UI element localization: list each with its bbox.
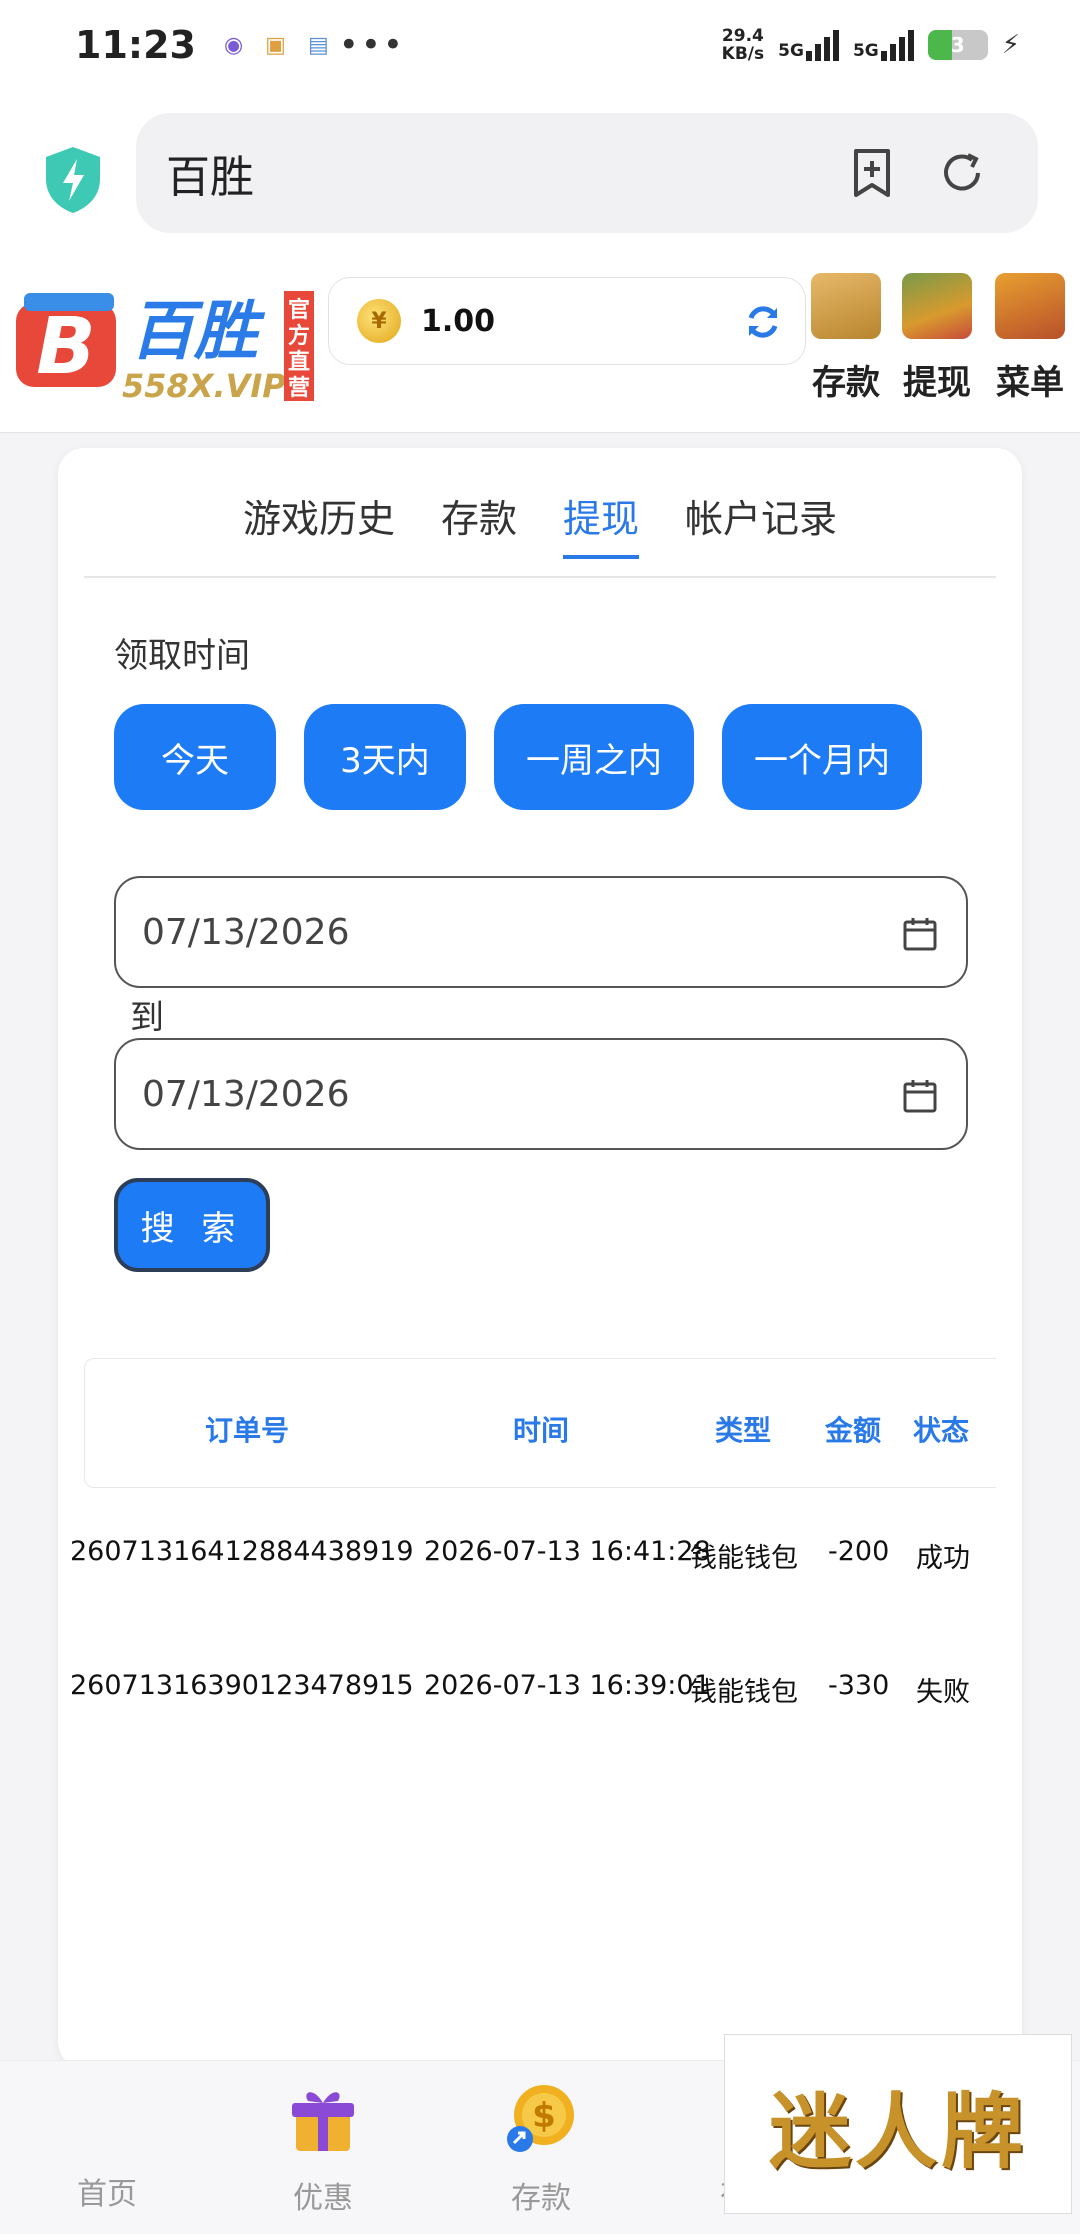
- cell-status: 成功: [916, 1543, 970, 1574]
- menu-button[interactable]: 菜单: [990, 273, 1070, 404]
- chip-3days[interactable]: 3天内: [304, 704, 466, 810]
- svg-text:营: 营: [288, 376, 310, 401]
- chip-today[interactable]: 今天: [114, 704, 276, 810]
- date-to-input[interactable]: 07/13/2026: [114, 1038, 968, 1150]
- signal-icon: 5G: [778, 29, 839, 61]
- time-range-chips: 今天 3天内 一周之内 一个月内: [114, 704, 922, 810]
- more-notifications-icon: •••: [338, 25, 405, 65]
- nav-promotions[interactable]: 优惠: [248, 2081, 398, 2217]
- svg-text:百胜: 百胜: [130, 295, 266, 369]
- header-status: 状态: [913, 1414, 970, 1447]
- battery-icon: 3: [927, 30, 988, 60]
- tab-0[interactable]: 游戏历史: [243, 488, 395, 549]
- nav-home[interactable]: 首页: [32, 2081, 182, 2213]
- reload-icon[interactable]: [938, 147, 986, 199]
- add-bookmark-icon[interactable]: [848, 147, 896, 199]
- nav-deposit[interactable]: $ 存款: [466, 2081, 616, 2217]
- cell-amount: -200: [828, 1536, 890, 1567]
- refresh-balance-icon[interactable]: [743, 302, 783, 342]
- network-speed: 29.4 KB/s: [721, 26, 765, 64]
- app-notification-icon: ▣: [265, 32, 286, 58]
- balance-box: ¥ 1.00: [328, 277, 806, 365]
- chip-week[interactable]: 一周之内: [494, 704, 694, 810]
- search-button[interactable]: 搜 索: [114, 1178, 270, 1272]
- browser-toolbar: 百胜: [0, 90, 1080, 255]
- date-to-value: 07/13/2026: [142, 1073, 350, 1115]
- atm-icon: [902, 273, 972, 339]
- status-bar: 11:23 ◉ ▣ ▤ ••• 29.4 KB/s 5G 5G 3 ⚡: [0, 0, 1080, 90]
- svg-text:官: 官: [288, 297, 310, 323]
- time-filter-label: 领取时间: [114, 636, 250, 676]
- site-header: B 百胜 558X.VIP 官 方 直 营 ¥ 1.00 存款 提现 菜单: [0, 255, 1080, 433]
- chip-month[interactable]: 一个月内: [722, 704, 922, 810]
- date-from-value: 07/13/2026: [142, 911, 350, 953]
- records-card: 游戏历史 存款 提现 帐户记录 领取时间 今天 3天内 一周之内 一个月内 07/13…: [58, 448, 1022, 2068]
- site-logo[interactable]: B 百胜 558X.VIP 官 方 直 营: [12, 285, 317, 405]
- cell-type: 钱能钱包: [690, 1543, 798, 1574]
- cell-time: 2026-07-13 16:41:28: [424, 1536, 711, 1567]
- header-type: 类型: [715, 1414, 772, 1447]
- svg-text:方: 方: [288, 323, 310, 349]
- calendar-icon[interactable]: [902, 1078, 938, 1114]
- cell-amount: -330: [828, 1670, 890, 1701]
- tab-1[interactable]: 存款: [441, 488, 517, 549]
- home-icon: [70, 2081, 144, 2155]
- svg-text:558X.VIP: 558X.VIP: [122, 367, 286, 405]
- record-tabs: 游戏历史 存款 提现 帐户记录: [58, 448, 1022, 578]
- cell-order-no: 26071316412884438919: [70, 1536, 414, 1567]
- ad-text: 迷人牌: [768, 2083, 1027, 2180]
- tab-2[interactable]: 提现: [563, 488, 640, 559]
- coin-deposit-icon: $: [507, 2085, 574, 2152]
- security-shield-icon[interactable]: [42, 145, 104, 215]
- tab-3[interactable]: 帐户记录: [685, 488, 837, 549]
- url-text[interactable]: 百胜: [166, 141, 254, 205]
- deposit-button[interactable]: 存款: [806, 273, 886, 404]
- svg-text:B: B: [36, 302, 95, 392]
- app-notification-icon: ▤: [307, 32, 329, 58]
- cell-status: 失败: [916, 1677, 970, 1708]
- table-row: 26071316390123478915 2026-07-13 16:39:01…: [70, 1642, 996, 1732]
- coin-icon: ¥: [357, 299, 401, 343]
- svg-text:$: $: [532, 2096, 556, 2136]
- svg-text:直: 直: [288, 349, 310, 375]
- ad-banner[interactable]: 迷人牌: [724, 2034, 1072, 2214]
- cell-type: 钱能钱包: [690, 1677, 798, 1708]
- header-amount: 金额: [825, 1414, 882, 1447]
- table-row: 26071316412884438919 2026-07-13 16:41:28…: [70, 1508, 996, 1598]
- date-to-label: 到: [130, 998, 164, 1038]
- app-notification-icon: ◉: [223, 32, 244, 58]
- date-from-input[interactable]: 07/13/2026: [114, 876, 968, 988]
- header-time: 时间: [513, 1414, 570, 1447]
- wallet-icon: [811, 273, 881, 339]
- treasure-chest-icon: [995, 273, 1065, 339]
- status-time: 11:23: [75, 23, 196, 67]
- cell-order-no: 26071316390123478915: [70, 1670, 414, 1701]
- gift-icon: [292, 2092, 354, 2151]
- table-header: 订单号 时间 类型 金额 状态: [84, 1358, 996, 1488]
- signal-icon: 5G: [853, 29, 914, 61]
- cell-time: 2026-07-13 16:39:01: [424, 1670, 711, 1701]
- balance-amount: 1.00: [421, 303, 496, 339]
- header-order-no: 订单号: [205, 1414, 290, 1447]
- calendar-icon[interactable]: [902, 916, 938, 952]
- notification-icons: ◉ ▣ ▤: [224, 33, 329, 58]
- address-bar[interactable]: 百胜: [136, 113, 1038, 233]
- tab-divider: [84, 576, 996, 578]
- withdraw-button[interactable]: 提现: [897, 273, 977, 404]
- charging-icon: ⚡: [1001, 30, 1020, 60]
